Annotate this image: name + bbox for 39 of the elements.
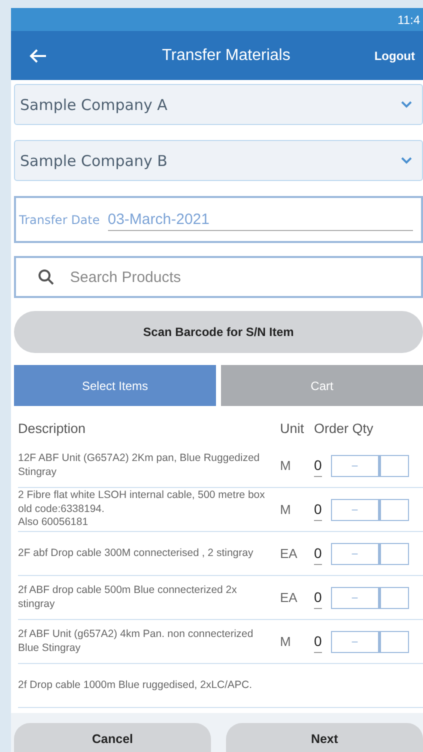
- unit-text: M: [280, 458, 291, 472]
- increment-button[interactable]: [378, 542, 409, 564]
- unit-text: EA: [280, 590, 298, 604]
- company-dropdown[interactable]: Sample Company B: [14, 140, 423, 181]
- product-description: 12F ABF Unit (G657A2) 2Km pan, Blue Ruggedized Stingray: [18, 452, 261, 480]
- footer-button[interactable]: Cancel: [14, 723, 211, 752]
- chevron-down-icon: [401, 101, 412, 108]
- quantity-field[interactable]: 0: [314, 542, 322, 564]
- column-header: Unit: [280, 420, 306, 436]
- product-description: 2F abf Drop cable 300M connecterised , 2 stingray: [18, 546, 254, 560]
- quantity-field[interactable]: 0: [314, 586, 322, 608]
- footer-button[interactable]: Next: [226, 723, 423, 752]
- column-header: Description: [18, 420, 87, 436]
- scan-barcode-button[interactable]: Scan Barcode for S/N Item: [14, 311, 423, 353]
- product-description: 2f ABF Unit (g657A2) 4km Pan. non connecterized Blue Stingray: [18, 628, 254, 656]
- unit-text: M: [280, 502, 291, 516]
- quantity-field[interactable]: 0: [314, 454, 322, 476]
- increment-button[interactable]: [378, 630, 409, 652]
- search-icon: [38, 269, 54, 285]
- product-description: 2f ABF drop cable 500m Blue connecterized 2x stingray: [18, 584, 238, 612]
- quantity-field[interactable]: 0: [314, 498, 322, 520]
- company-dropdown[interactable]: Sample Company A: [14, 84, 423, 125]
- increment-button[interactable]: [378, 454, 409, 476]
- increment-button[interactable]: [378, 586, 409, 608]
- unit-text: M: [280, 634, 291, 648]
- increment-button[interactable]: [378, 498, 409, 520]
- transfer-date-label: Transfer Date: [19, 212, 100, 226]
- quantity-field[interactable]: 0: [314, 630, 322, 652]
- status-time: 11:4: [398, 12, 420, 26]
- screen-title: Transfer Materials: [161, 46, 292, 64]
- back-arrow-icon[interactable]: [28, 48, 48, 64]
- column-header: Order Qty: [314, 420, 374, 436]
- unit-text: EA: [280, 546, 298, 560]
- tab[interactable]: Select Items: [14, 365, 216, 406]
- logout-button[interactable]: Logout: [374, 48, 415, 62]
- product-description: 2f Drop cable 1000m Blue ruggedised, 2xLC/APC.: [18, 678, 254, 692]
- search-field[interactable]: Search Products: [14, 256, 423, 298]
- product-description: 2 Fibre flat white LSOH internal cable, 500 metre box old code:6338194. Also 60056181: [18, 489, 266, 530]
- chevron-down-icon: [401, 157, 412, 164]
